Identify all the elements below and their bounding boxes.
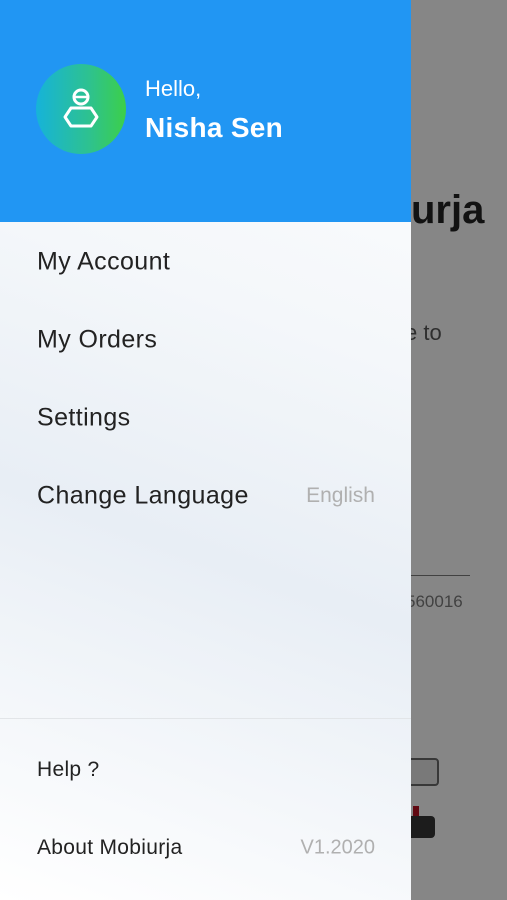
- drawer-header: Hello, Nisha Sen: [0, 0, 411, 222]
- menu-item-label: My Orders: [37, 325, 158, 354]
- current-language-value: English: [306, 484, 375, 507]
- footer-item-label: Help ?: [37, 758, 100, 781]
- menu-item-my-orders[interactable]: My Orders: [0, 310, 411, 370]
- menu-item-label: My Account: [37, 247, 171, 276]
- greeting-text: Hello,: [145, 76, 202, 101]
- menu-item-about[interactable]: About Mobiurja V1.2020: [0, 823, 411, 873]
- menu-item-my-account[interactable]: My Account: [0, 232, 411, 292]
- user-icon: [63, 88, 99, 128]
- menu-item-change-language[interactable]: Change Language English: [0, 466, 411, 526]
- drawer-divider: [0, 718, 411, 719]
- avatar[interactable]: [36, 64, 126, 154]
- menu-item-label: Change Language: [37, 481, 249, 510]
- user-name: Nisha Sen: [145, 112, 284, 143]
- menu-item-label: Settings: [37, 403, 131, 432]
- footer-item-label: About Mobiurja: [37, 836, 183, 859]
- navigation-drawer: Hello, Nisha Sen My Account My Orders Se…: [0, 0, 411, 900]
- app-version: V1.2020: [300, 836, 375, 859]
- menu-item-help[interactable]: Help ?: [0, 745, 411, 795]
- menu-item-settings[interactable]: Settings: [0, 388, 411, 448]
